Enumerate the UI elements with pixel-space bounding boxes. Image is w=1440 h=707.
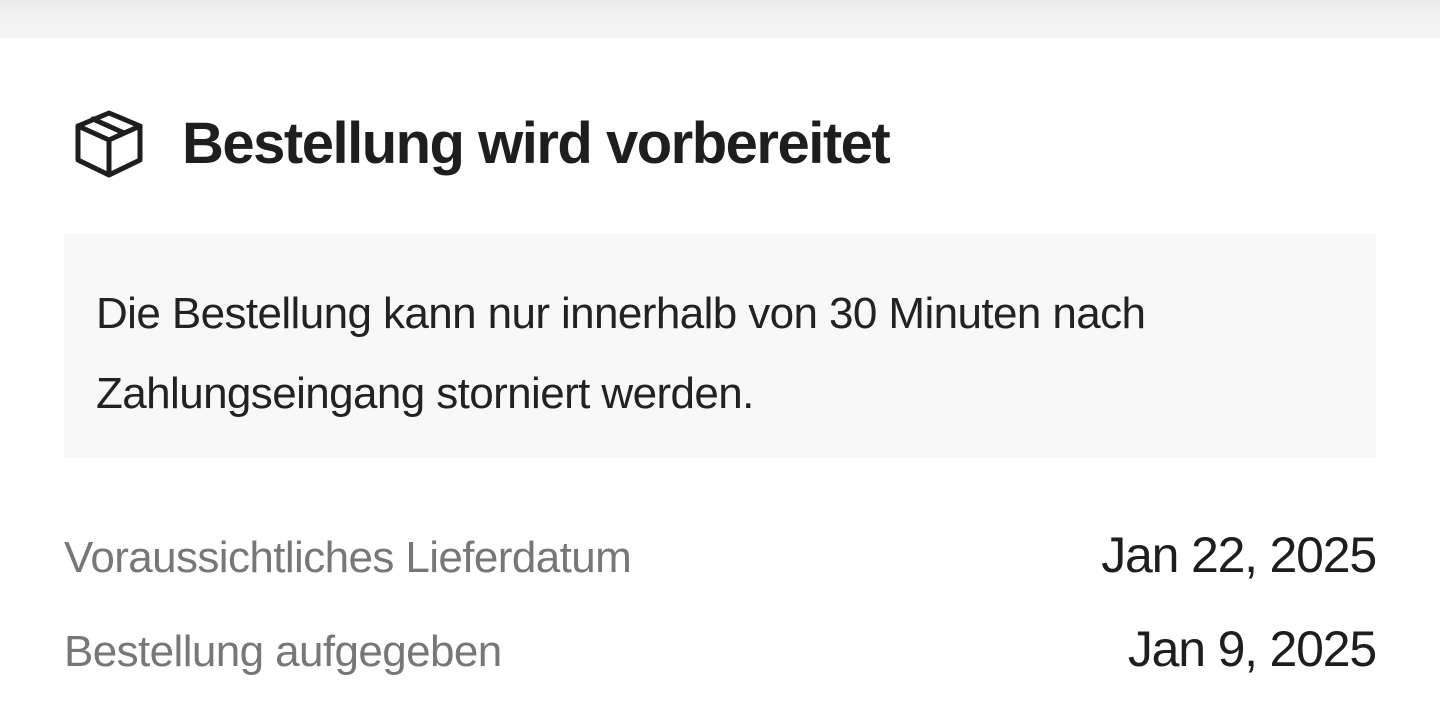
order-placed-value: Jan 9, 2025 — [1127, 621, 1377, 677]
order-placed-row: Bestellung aufgegeben Jan 9, 2025 — [64, 620, 1377, 678]
order-status-header: Bestellung wird vorbereitet — [72, 104, 891, 184]
cancellation-notice-text: Die Bestellung kann nur innerhalb von 30… — [96, 289, 1146, 418]
estimated-delivery-row: Voraussichtliches Lieferdatum Jan 22, 20… — [64, 526, 1377, 584]
estimated-delivery-value: Jan 22, 2025 — [1101, 527, 1377, 583]
order-placed-label: Bestellung aufgegeben — [64, 627, 502, 676]
top-bar — [0, 0, 1440, 38]
package-box-icon — [72, 107, 146, 181]
estimated-delivery-label: Voraussichtliches Lieferdatum — [64, 533, 632, 582]
cancellation-notice: Die Bestellung kann nur innerhalb von 30… — [64, 234, 1376, 458]
order-status-title: Bestellung wird vorbereitet — [182, 111, 891, 176]
